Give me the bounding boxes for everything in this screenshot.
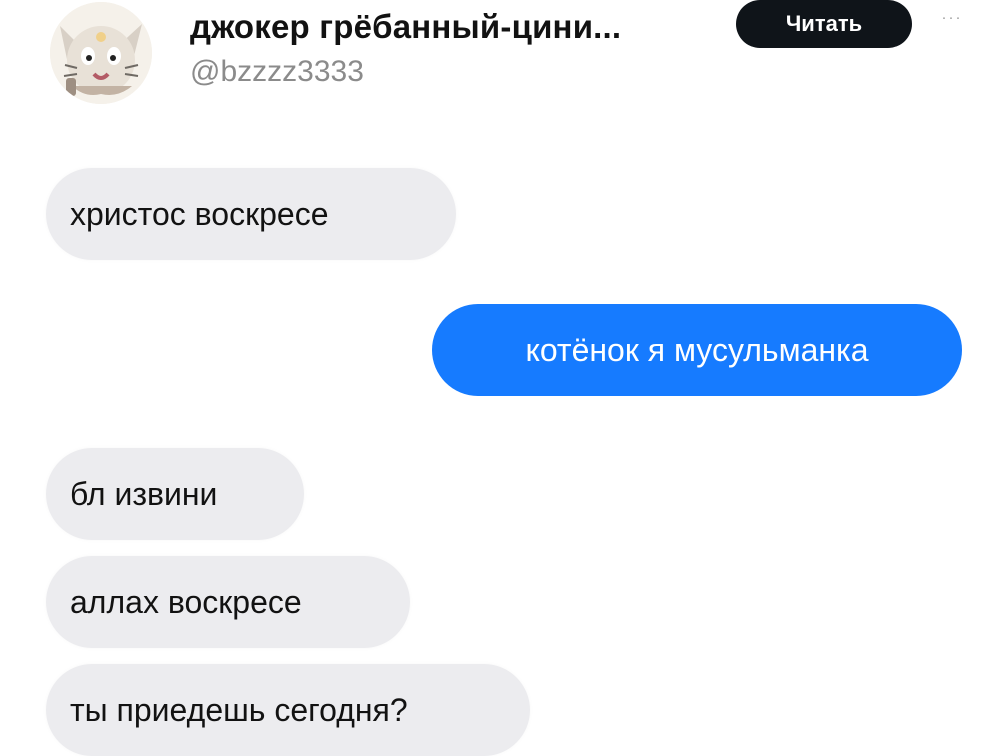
display-name: джокер грёбанный-цини...: [190, 8, 622, 45]
incoming-message-bubble: христос воскресе: [46, 168, 456, 260]
follow-button[interactable]: Читать: [736, 0, 912, 48]
more-options-icon[interactable]: ···: [935, 10, 969, 26]
incoming-message-bubble: аллах воскресе: [46, 556, 410, 648]
outgoing-message-bubble: котёнок я мусульманка: [432, 304, 962, 396]
avatar[interactable]: [50, 2, 152, 104]
cartoon-cat-avatar-icon: [50, 2, 152, 104]
profile-header: джокер грёбанный-цини... @bzzzz3333 Чита…: [0, 0, 1007, 120]
incoming-message-bubble: ты приедешь сегодня?: [46, 664, 530, 756]
user-handle: @bzzzz3333: [190, 55, 364, 88]
incoming-message-bubble: бл извини: [46, 448, 304, 540]
